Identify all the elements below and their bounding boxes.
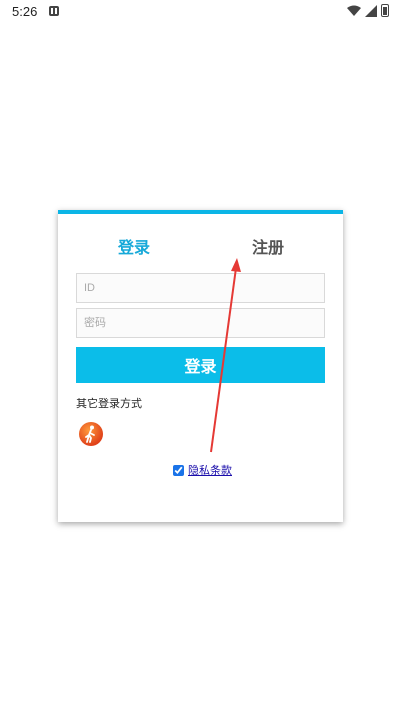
privacy-agreement: 隐私条款 (173, 462, 232, 478)
status-icons (347, 4, 389, 17)
signal-icon (365, 4, 377, 17)
tab-register[interactable]: 注册 (252, 234, 284, 258)
id-input[interactable] (76, 273, 325, 303)
login-button[interactable]: 登录 (76, 347, 325, 383)
battery-icon (381, 4, 389, 17)
other-login-label: 其它登录方式 (76, 397, 142, 410)
password-input[interactable] (76, 308, 325, 338)
login-card: 登录 注册 登录 其它登录方式 隐私条款 (58, 210, 343, 522)
walking-person-icon[interactable] (79, 422, 103, 446)
privacy-link[interactable]: 隐私条款 (188, 462, 232, 478)
tab-login[interactable]: 登录 (118, 234, 150, 258)
status-bar: 5:26 (0, 0, 401, 24)
notification-icon (49, 6, 59, 16)
privacy-checkbox[interactable] (173, 464, 184, 476)
tab-bar: 登录 注册 (58, 214, 343, 270)
wifi-icon (347, 5, 361, 16)
status-time: 5:26 (12, 4, 38, 19)
